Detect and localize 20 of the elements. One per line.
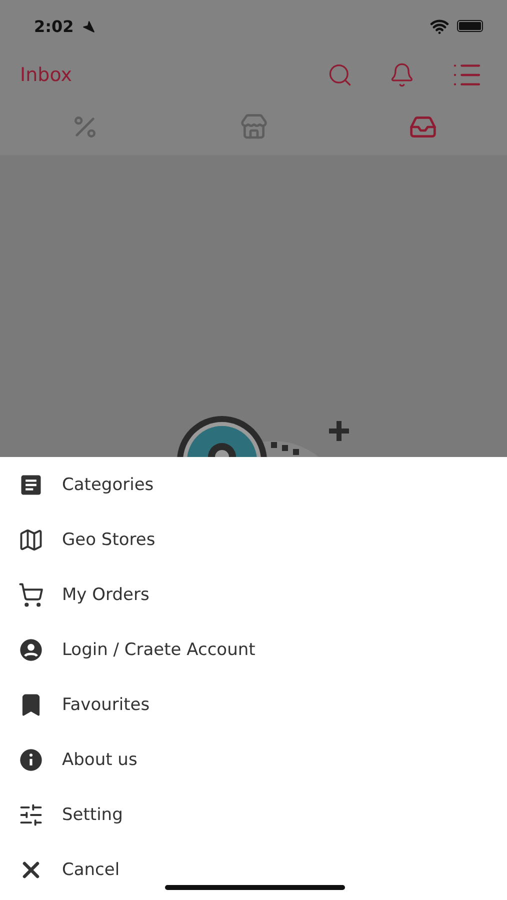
storefront-icon <box>240 112 268 140</box>
status-time: 2:02 <box>34 16 74 36</box>
search-button[interactable] <box>327 62 353 88</box>
menu-item[interactable]: Geo Stores <box>0 512 507 567</box>
page-title: Inbox <box>20 64 73 86</box>
info-icon <box>18 746 44 772</box>
menu-item[interactable]: Cancel <box>0 842 507 897</box>
user-icon <box>18 636 44 662</box>
menu-item[interactable]: My Orders <box>0 567 507 622</box>
menu-item[interactable]: About us <box>0 732 507 787</box>
bell-button[interactable] <box>389 62 415 88</box>
menu-item[interactable]: Categories <box>0 457 507 512</box>
battery-icon <box>457 20 483 32</box>
menu-item[interactable]: Setting <box>0 787 507 842</box>
menu-item[interactable]: Login / Craete Account <box>0 622 507 677</box>
menu-item[interactable]: Favourites <box>0 677 507 732</box>
sliders-icon <box>18 802 44 828</box>
map-icon <box>18 526 44 552</box>
cart-icon <box>18 582 44 608</box>
location-arrow-icon <box>82 20 95 32</box>
